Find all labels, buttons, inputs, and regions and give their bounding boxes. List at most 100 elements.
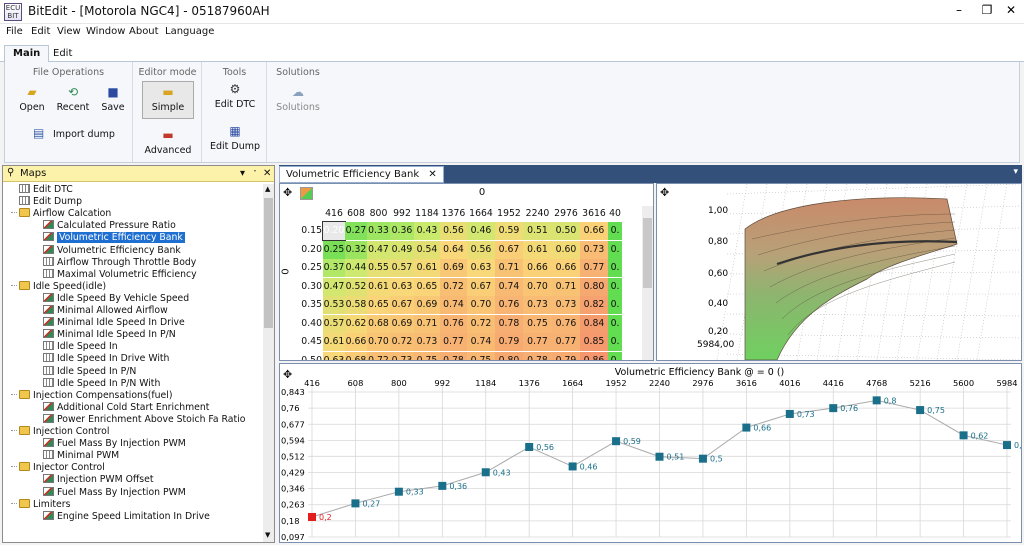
- table-cell[interactable]: 0.78: [523, 351, 552, 360]
- move-icon[interactable]: ✥: [283, 368, 292, 381]
- table-cell[interactable]: 0.65: [414, 277, 440, 296]
- tab-list-icon[interactable]: ▾: [1013, 167, 1018, 177]
- table-cell[interactable]: 0.36: [390, 222, 414, 240]
- table-cell[interactable]: 0.37: [323, 259, 345, 277]
- table-cell[interactable]: 0.65: [367, 296, 390, 314]
- close-icon[interactable]: ✕: [998, 3, 1024, 21]
- table-cell[interactable]: 0.: [608, 222, 622, 240]
- tree-item[interactable]: Power Enrichment Above Stoich Fa Ratio: [43, 413, 245, 426]
- tab-main[interactable]: Main: [4, 45, 50, 63]
- table-cell[interactable]: 0.74: [467, 333, 495, 351]
- table-cell[interactable]: 0.76: [440, 314, 467, 333]
- table-cell[interactable]: 0.: [608, 333, 622, 351]
- table-cell[interactable]: 0.77: [580, 259, 608, 277]
- tree-folder[interactable]: Idle Speed(idle): [19, 280, 106, 293]
- table-cell[interactable]: 0.58: [345, 296, 367, 314]
- tree-scroll-thumb[interactable]: [264, 198, 273, 328]
- table-cell[interactable]: 0.43: [414, 222, 440, 240]
- table-cell[interactable]: 0.75: [414, 351, 440, 360]
- table-cell[interactable]: 0.75: [467, 351, 495, 360]
- table-cell[interactable]: 0.33: [367, 222, 390, 240]
- tree-scrollbar[interactable]: ▲ ▼: [263, 184, 274, 542]
- menu-language[interactable]: Language: [165, 26, 214, 37]
- table-cell[interactable]: 0.77: [552, 333, 580, 351]
- table-cell[interactable]: 0.70: [467, 296, 495, 314]
- menu-edit[interactable]: Edit: [31, 26, 50, 37]
- table-cell[interactable]: 0.68: [345, 351, 367, 360]
- tree-item[interactable]: Engine Speed Limitation In Drive: [43, 510, 210, 523]
- table-cell[interactable]: 0.82: [580, 296, 608, 314]
- surface-plot[interactable]: 1,00 0,80 0,60 0,40 0,20 5984,00: [657, 184, 1021, 360]
- tree-item[interactable]: Fuel Mass By Injection PWM: [43, 486, 186, 499]
- table-cell[interactable]: 0.69: [440, 259, 467, 277]
- table-cell[interactable]: 0.: [608, 277, 622, 296]
- color-map-icon[interactable]: [300, 187, 313, 200]
- table-cell[interactable]: 0.: [608, 351, 622, 360]
- table-cell[interactable]: 0.46: [467, 222, 495, 240]
- table-cell[interactable]: 0.74: [440, 296, 467, 314]
- edit-dtc-button[interactable]: ⚙ Edit DTC: [209, 82, 261, 110]
- tree-item[interactable]: Idle Speed In P/N With: [43, 377, 160, 390]
- table-cell[interactable]: 0.74: [495, 277, 523, 296]
- table-cell[interactable]: 0.44: [345, 259, 367, 277]
- table-cell[interactable]: 0.72: [440, 277, 467, 296]
- pane-close-icon[interactable]: ✕: [263, 168, 271, 179]
- table-cell[interactable]: 0.57: [390, 259, 414, 277]
- table-cell[interactable]: 0.47: [367, 240, 390, 259]
- table-cell[interactable]: 0.57: [323, 314, 345, 333]
- table-cell[interactable]: 0.55: [367, 259, 390, 277]
- table-cell[interactable]: 0.: [608, 259, 622, 277]
- table-scroll-thumb[interactable]: [643, 218, 652, 288]
- scroll-down-icon[interactable]: ▼: [265, 531, 270, 539]
- pane-dropdown-icon[interactable]: ▾: [240, 168, 245, 179]
- table-cell[interactable]: 0.61: [414, 259, 440, 277]
- tree-item[interactable]: Idle Speed By Vehicle Speed: [43, 292, 189, 305]
- tree-item[interactable]: Injection PWM Offset: [43, 474, 154, 486]
- table-cell[interactable]: 0.72: [467, 314, 495, 333]
- move-icon[interactable]: ✥: [660, 186, 669, 199]
- table-cell[interactable]: 0.61: [523, 240, 552, 259]
- table-cell[interactable]: 0.51: [523, 222, 552, 240]
- tree-item[interactable]: Edit Dump: [19, 196, 82, 208]
- tree-item[interactable]: Edit DTC: [19, 184, 73, 196]
- tree-item[interactable]: Maximal Volumetric Efficiency: [43, 268, 197, 281]
- table-cell[interactable]: 0.79: [495, 333, 523, 351]
- table-cell[interactable]: 0.73: [414, 333, 440, 351]
- table-cell[interactable]: 0.73: [552, 296, 580, 314]
- import-dump-button[interactable]: ▤ Import dump: [33, 126, 123, 140]
- table-cell[interactable]: 0.47: [323, 277, 345, 296]
- open-button[interactable]: ▰ Open: [17, 85, 47, 113]
- move-icon[interactable]: ✥: [283, 186, 292, 199]
- menu-file[interactable]: File: [6, 26, 23, 37]
- advanced-mode-button[interactable]: ▬ Advanced: [142, 128, 194, 156]
- tree-item[interactable]: Volumetric Efficiency Bank: [43, 244, 181, 257]
- tree-folder[interactable]: Injection Compensations(fuel): [19, 389, 172, 402]
- tree-item[interactable]: Additional Cold Start Enrichment: [43, 401, 209, 414]
- table-cell[interactable]: 0.76: [495, 296, 523, 314]
- tree-item[interactable]: Idle Speed In: [43, 341, 118, 353]
- table-cell[interactable]: 0.66: [552, 259, 580, 277]
- table-cell[interactable]: 0.27: [345, 222, 367, 240]
- tree-folder[interactable]: Injection Control: [19, 426, 109, 438]
- scroll-up-icon[interactable]: ▲: [265, 185, 270, 193]
- tree-item[interactable]: Calculated Pressure Ratio: [43, 220, 176, 232]
- table-cell[interactable]: 0.56: [467, 240, 495, 259]
- table-cell[interactable]: 0.80: [580, 277, 608, 296]
- table-cell[interactable]: 0.69: [414, 296, 440, 314]
- tree-item[interactable]: Airflow Through Throttle Body: [43, 256, 196, 269]
- table-cell[interactable]: 0.67: [390, 296, 414, 314]
- table-cell[interactable]: 0.72: [367, 351, 390, 360]
- table-cell[interactable]: 0.49: [390, 240, 414, 259]
- doc-tab-close-icon[interactable]: ✕: [428, 169, 436, 180]
- table-cell[interactable]: 0.73: [580, 240, 608, 259]
- table-cell[interactable]: 0.20: [322, 221, 346, 241]
- table-cell[interactable]: 0.50: [552, 222, 580, 240]
- minimize-icon[interactable]: –: [946, 3, 972, 21]
- efficiency-line-chart[interactable]: Volumetric Efficiency Bank @ = 0 () 0,843…: [280, 364, 1021, 542]
- table-cell[interactable]: 0.77: [523, 333, 552, 351]
- table-cell[interactable]: 0.67: [495, 240, 523, 259]
- table-cell[interactable]: 0.63: [467, 259, 495, 277]
- tree-item[interactable]: Idle Speed In Drive With: [43, 353, 169, 365]
- tree-item[interactable]: Minimal Idle Speed In Drive: [43, 317, 185, 329]
- edit-dump-button[interactable]: ▦ Edit Dump: [209, 124, 261, 152]
